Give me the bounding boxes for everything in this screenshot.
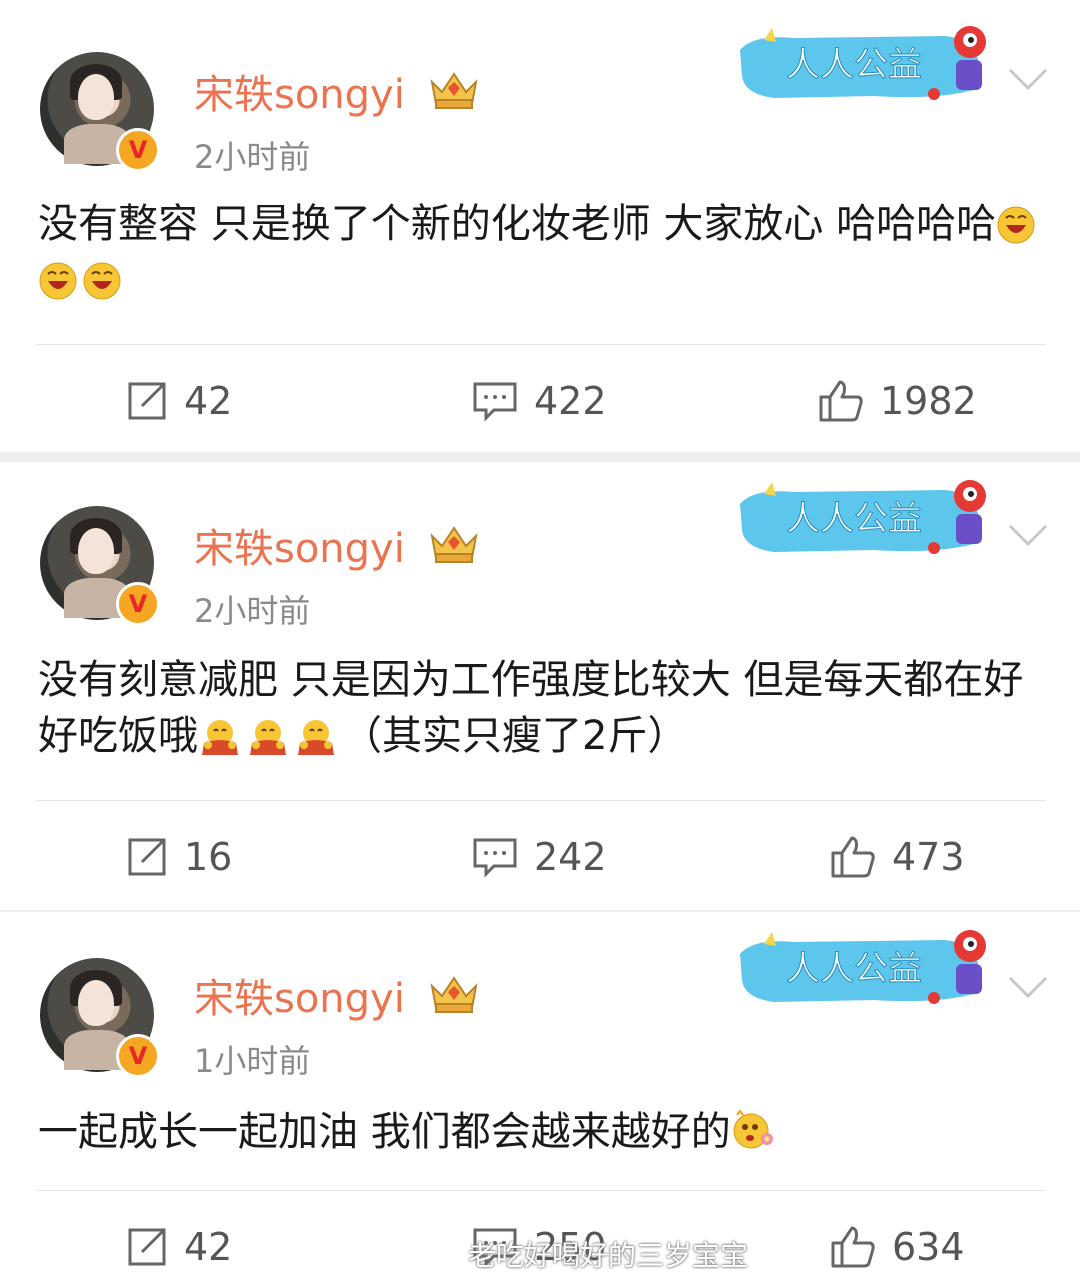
post-separator bbox=[0, 452, 1080, 462]
post-1: V 宋轶songyi 2小时前 人人公益 没有整容 只是换了个新的化妆老师 大家… bbox=[0, 0, 1080, 452]
chevron-down-icon[interactable] bbox=[1006, 64, 1050, 94]
promo-banner[interactable]: 人人公益 bbox=[734, 924, 1002, 1010]
comment-icon bbox=[473, 838, 517, 878]
post-content: 一起成长一起加油 我们都会越来越好的 bbox=[38, 1104, 1048, 1160]
username[interactable]: 宋轶songyi bbox=[194, 516, 405, 574]
post-time: 1小时前 bbox=[194, 1042, 311, 1080]
post-content: 没有刻意减肥 只是因为工作强度比较大 但是每天都在好好吃饭哦 （其实只瘦了2斤） bbox=[38, 657, 1024, 759]
divider bbox=[36, 1190, 1046, 1191]
comment-count: 422 bbox=[534, 379, 607, 423]
repost-icon bbox=[128, 838, 166, 876]
like-icon bbox=[831, 836, 875, 878]
chevron-down-icon[interactable] bbox=[1006, 972, 1050, 1002]
repost-button[interactable]: 42 bbox=[126, 1222, 232, 1272]
verified-v-icon: V bbox=[116, 582, 160, 626]
like-button[interactable]: 1982 bbox=[818, 376, 977, 426]
repost-count: 42 bbox=[184, 379, 233, 423]
repost-icon bbox=[128, 1228, 166, 1266]
watermark: 老吃好喝好的三岁宝宝 bbox=[468, 1239, 749, 1272]
username[interactable]: 宋轶songyi bbox=[194, 62, 405, 120]
laugh-emoji bbox=[997, 206, 1035, 244]
divider bbox=[36, 344, 1046, 345]
promo-label: 人人公益 bbox=[786, 45, 922, 85]
repost-button[interactable]: 42 bbox=[126, 376, 232, 426]
flower-emoji bbox=[733, 1109, 773, 1149]
divider bbox=[36, 800, 1046, 801]
post-time: 2小时前 bbox=[194, 592, 311, 630]
comment-button[interactable]: 242 bbox=[472, 832, 607, 882]
like-button[interactable]: 634 bbox=[830, 1222, 965, 1272]
chevron-down-icon[interactable] bbox=[1006, 520, 1050, 550]
comment-icon bbox=[473, 382, 517, 422]
crown-icon bbox=[430, 526, 478, 563]
post-time: 2小时前 bbox=[194, 138, 311, 176]
hug-emoji bbox=[202, 720, 238, 755]
crown-icon bbox=[430, 976, 478, 1013]
laugh-emoji bbox=[39, 262, 77, 300]
hug-emoji bbox=[298, 720, 334, 755]
comment-button[interactable]: 422 bbox=[472, 376, 607, 426]
like-icon bbox=[831, 1226, 875, 1268]
repost-button[interactable]: 16 bbox=[126, 832, 232, 882]
like-count: 1982 bbox=[880, 379, 977, 423]
repost-count: 16 bbox=[184, 835, 233, 879]
like-icon bbox=[819, 380, 863, 422]
like-count: 634 bbox=[892, 1225, 965, 1269]
crown-icon bbox=[430, 72, 478, 109]
laugh-emoji bbox=[83, 262, 121, 300]
promo-label: 人人公益 bbox=[786, 949, 922, 989]
post-2: V 宋轶songyi 2小时前 人人公益 没有刻意减肥 只是因为工作强度比较大 … bbox=[0, 462, 1080, 910]
promo-banner[interactable]: 人人公益 bbox=[734, 474, 1002, 560]
post-3: V 宋轶songyi 1小时前 人人公益 一起成长一起加油 我们都会越来越好的 … bbox=[0, 912, 1080, 1278]
like-count: 473 bbox=[892, 835, 965, 879]
like-button[interactable]: 473 bbox=[830, 832, 965, 882]
comment-count: 242 bbox=[534, 835, 607, 879]
username[interactable]: 宋轶songyi bbox=[194, 966, 405, 1024]
weibo-feed: V 宋轶songyi 2小时前 人人公益 没有整容 只是换了个新的化妆老师 大家… bbox=[0, 0, 1080, 1278]
hug-emoji bbox=[250, 720, 286, 755]
promo-banner[interactable]: 人人公益 bbox=[734, 20, 1002, 106]
promo-label: 人人公益 bbox=[786, 499, 922, 539]
verified-v-icon: V bbox=[116, 128, 160, 172]
verified-v-icon: V bbox=[116, 1034, 160, 1078]
repost-icon bbox=[128, 382, 166, 420]
repost-count: 42 bbox=[184, 1225, 233, 1269]
post-content: 没有整容 只是换了个新的化妆老师 大家放心 哈哈哈哈 bbox=[38, 196, 1048, 308]
